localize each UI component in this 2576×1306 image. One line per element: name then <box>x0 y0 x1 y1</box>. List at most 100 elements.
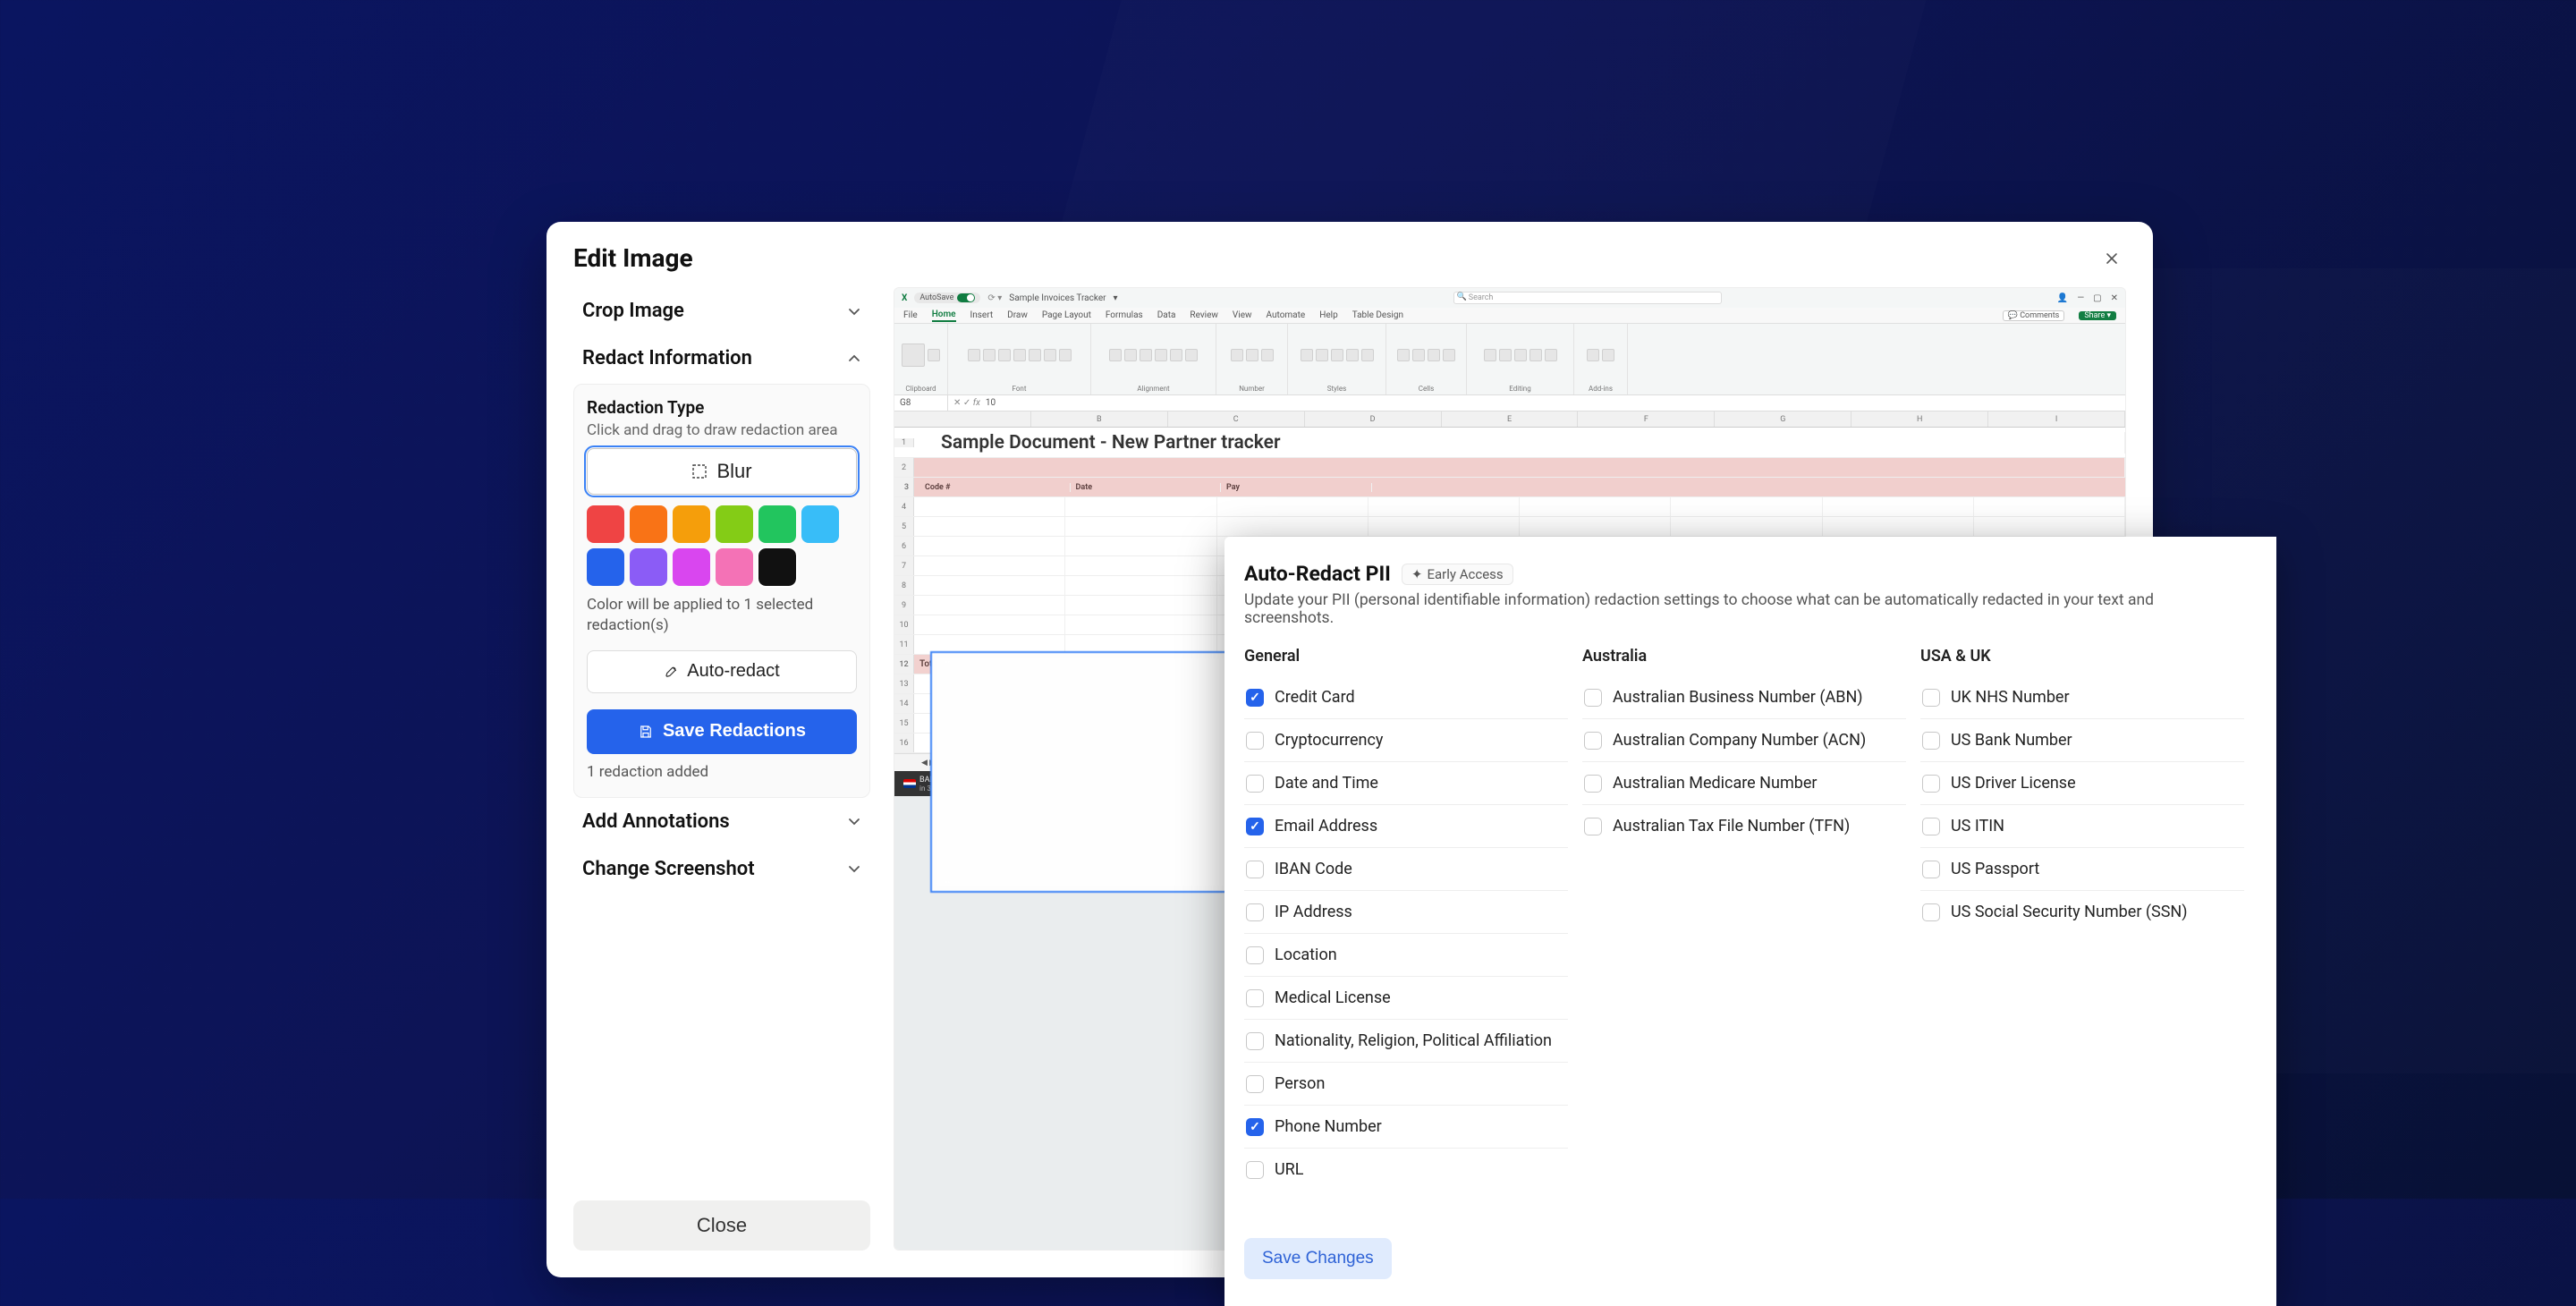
pii-option[interactable]: US ITIN <box>1920 805 2244 848</box>
checkbox[interactable] <box>1584 732 1602 750</box>
pii-option[interactable]: Australian Tax File Number (TFN) <box>1582 805 1906 847</box>
excel-menu-item: Home <box>932 310 956 322</box>
column-header: I <box>1988 411 2125 427</box>
pii-option[interactable]: Location <box>1244 934 1568 977</box>
pii-option-label: IBAN Code <box>1275 860 1352 878</box>
save-icon <box>638 724 654 740</box>
pii-option-label: UK NHS Number <box>1951 688 2070 707</box>
save-redactions-button[interactable]: Save Redactions <box>587 709 857 754</box>
ribbon-group: Number <box>1216 324 1288 394</box>
section-annotations-label: Add Annotations <box>582 810 730 833</box>
pii-option[interactable]: Australian Medicare Number <box>1582 762 1906 805</box>
minimize-icon: — <box>2077 293 2084 303</box>
pii-option[interactable]: US Passport <box>1920 848 2244 891</box>
section-redact[interactable]: Redact Information <box>573 335 870 382</box>
flag-icon <box>903 779 916 788</box>
pii-option[interactable]: Phone Number <box>1244 1106 1568 1149</box>
pii-option-label: US Bank Number <box>1951 731 2072 750</box>
checkbox[interactable] <box>1584 775 1602 793</box>
redaction-note: Color will be applied to 1 selected reda… <box>587 595 857 636</box>
pii-option-label: Cryptocurrency <box>1275 731 1383 750</box>
pii-option-label: Medical License <box>1275 988 1391 1007</box>
pii-option[interactable]: Person <box>1244 1063 1568 1106</box>
checkbox[interactable] <box>1246 775 1264 793</box>
checkbox[interactable] <box>1246 861 1264 878</box>
checkbox[interactable] <box>1246 732 1264 750</box>
close-window-icon: ✕ <box>2111 293 2118 303</box>
checkbox[interactable] <box>1246 689 1264 707</box>
ribbon-group: Styles <box>1288 324 1386 394</box>
blur-label: Blur <box>716 460 751 483</box>
pii-option[interactable]: Australian Company Number (ACN) <box>1582 719 1906 762</box>
pii-option[interactable]: IBAN Code <box>1244 848 1568 891</box>
pii-option[interactable]: Email Address <box>1244 805 1568 848</box>
color-swatch[interactable] <box>716 548 753 586</box>
chevron-down-icon <box>847 304 861 318</box>
checkbox[interactable] <box>1246 946 1264 964</box>
checkbox[interactable] <box>1922 861 1940 878</box>
pii-option[interactable]: UK NHS Number <box>1920 676 2244 719</box>
pii-option[interactable]: Australian Business Number (ABN) <box>1582 676 1906 719</box>
checkbox[interactable] <box>1922 689 1940 707</box>
pii-option[interactable]: US Driver License <box>1920 762 2244 805</box>
ribbon-group: Clipboard <box>894 324 948 394</box>
checkbox[interactable] <box>1584 689 1602 707</box>
color-swatch[interactable] <box>758 505 796 543</box>
checkbox[interactable] <box>1246 1118 1264 1136</box>
pii-option[interactable]: US Bank Number <box>1920 719 2244 762</box>
checkbox[interactable] <box>1246 1032 1264 1050</box>
pii-option[interactable]: URL <box>1244 1149 1568 1191</box>
pii-option-label: Australian Tax File Number (TFN) <box>1613 817 1850 835</box>
pii-option[interactable]: IP Address <box>1244 891 1568 934</box>
auto-redact-button[interactable]: Auto-redact <box>587 650 857 693</box>
blur-button[interactable]: Blur <box>587 448 857 495</box>
checkbox[interactable] <box>1922 732 1940 750</box>
pii-option-label: Person <box>1275 1074 1325 1093</box>
redactions-added-text: 1 redaction added <box>587 763 857 781</box>
checkbox[interactable] <box>1246 903 1264 921</box>
column-australia: Australia Australian Business Number (AB… <box>1582 647 1906 1229</box>
pii-option[interactable]: Date and Time <box>1244 762 1568 805</box>
maximize-icon: ▢ <box>2093 293 2101 303</box>
color-swatch[interactable] <box>673 548 710 586</box>
section-change-screenshot[interactable]: Change Screenshot <box>573 845 870 893</box>
section-crop-label: Crop Image <box>582 300 684 322</box>
section-annotations[interactable]: Add Annotations <box>573 798 870 845</box>
pii-option[interactable]: Credit Card <box>1244 676 1568 719</box>
color-swatch[interactable] <box>716 505 753 543</box>
column-header: B <box>1031 411 1168 427</box>
section-crop[interactable]: Crop Image <box>573 287 870 335</box>
checkbox[interactable] <box>1246 1161 1264 1179</box>
checkbox[interactable] <box>1246 818 1264 835</box>
color-swatch[interactable] <box>758 548 796 586</box>
checkbox[interactable] <box>1922 903 1940 921</box>
color-swatch[interactable] <box>587 505 624 543</box>
modal-title: Edit Image <box>573 243 693 273</box>
checkbox[interactable] <box>1922 775 1940 793</box>
redaction-type-label: Redaction Type <box>587 397 857 418</box>
close-button[interactable]: Close <box>573 1200 870 1251</box>
pii-option[interactable]: US Social Security Number (SSN) <box>1920 891 2244 933</box>
section-change-label: Change Screenshot <box>582 858 755 880</box>
user-avatar-icon: 👤 <box>2057 293 2068 303</box>
checkbox[interactable] <box>1584 818 1602 835</box>
close-icon[interactable] <box>2097 244 2126 273</box>
color-swatch[interactable] <box>673 505 710 543</box>
pii-option-label: Nationality, Religion, Political Affilia… <box>1275 1031 1552 1050</box>
pii-option[interactable]: Medical License <box>1244 977 1568 1020</box>
checkbox[interactable] <box>1246 989 1264 1007</box>
column-headers: BCDEFGHI <box>894 411 2125 428</box>
color-swatch[interactable] <box>630 548 667 586</box>
save-changes-button[interactable]: Save Changes <box>1244 1238 1392 1279</box>
checkbox[interactable] <box>1246 1075 1264 1093</box>
checkbox[interactable] <box>1922 818 1940 835</box>
comments-button: 💬 Comments <box>2003 310 2065 321</box>
rocket-icon <box>664 664 680 680</box>
pii-option[interactable]: Nationality, Religion, Political Affilia… <box>1244 1020 1568 1063</box>
color-swatch[interactable] <box>630 505 667 543</box>
pii-option[interactable]: Cryptocurrency <box>1244 719 1568 762</box>
excel-menu-item: Help <box>1319 310 1337 320</box>
color-swatch[interactable] <box>587 548 624 586</box>
color-swatch[interactable] <box>801 505 839 543</box>
column-header: H <box>1852 411 1988 427</box>
